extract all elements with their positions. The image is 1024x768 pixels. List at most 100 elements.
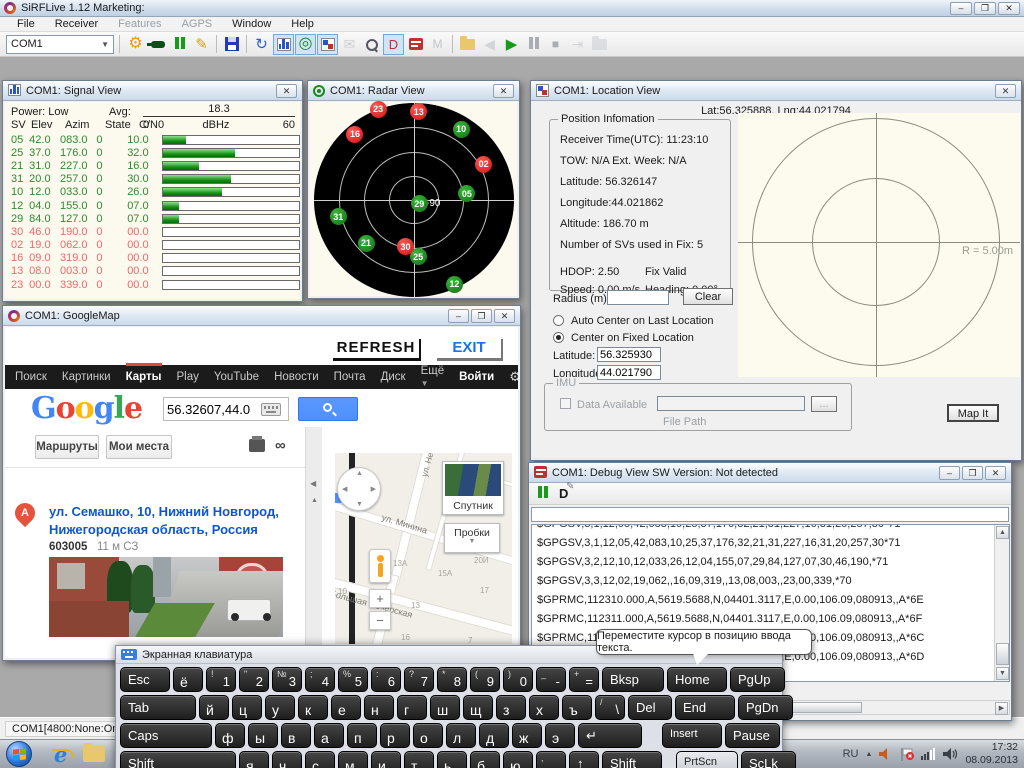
key-ш[interactable]: ш xyxy=(430,695,460,720)
radar-view-titlebar[interactable]: COM1: Radar View ✕ xyxy=(308,81,519,101)
nav-новости[interactable]: Новости xyxy=(274,367,319,387)
search-input[interactable] xyxy=(164,402,260,417)
key-я[interactable]: я xyxy=(239,751,269,768)
key-PgDn[interactable]: PgDn xyxy=(738,695,793,720)
scroll-up-icon[interactable]: ▲ xyxy=(311,497,318,504)
pause-logging-button[interactable] xyxy=(169,34,190,55)
key-ы[interactable]: ы xyxy=(248,723,278,748)
key-7[interactable]: ?7 xyxy=(404,667,434,692)
key-п[interactable]: п xyxy=(347,723,377,748)
location-view-button[interactable] xyxy=(317,34,338,55)
restore-icon[interactable]: ❐ xyxy=(962,466,983,480)
satellite-toggle[interactable]: Спутник xyxy=(442,461,504,515)
key-й[interactable]: й xyxy=(199,695,229,720)
menu-file[interactable]: File xyxy=(8,17,44,31)
map-it-button[interactable]: Map It xyxy=(947,404,999,422)
map-query-button[interactable] xyxy=(361,34,382,55)
scroll-right-icon[interactable]: ▶ xyxy=(995,702,1008,715)
minimize-button[interactable]: – xyxy=(950,2,972,15)
routes-button[interactable]: Маршруты xyxy=(35,435,99,459)
key-3[interactable]: №3 xyxy=(272,667,302,692)
key-л[interactable]: л xyxy=(446,723,476,748)
key-4[interactable]: ;4 xyxy=(305,667,335,692)
map-canvas[interactable]: ул. Нестерова ул. Минина Большая Печерск… xyxy=(335,453,512,644)
key-щ[interactable]: щ xyxy=(463,695,493,720)
keyboard-icon[interactable] xyxy=(261,403,281,416)
nav-карты[interactable]: Карты xyxy=(126,367,162,387)
open-log-button[interactable] xyxy=(457,34,478,55)
key-ю[interactable]: ю xyxy=(503,751,533,768)
close-button[interactable]: ✕ xyxy=(998,2,1020,15)
key-Tab[interactable]: Tab xyxy=(120,695,196,720)
close-icon[interactable]: ✕ xyxy=(493,84,514,98)
key-к[interactable]: к xyxy=(298,695,328,720)
scroll-down-icon[interactable]: ▼ xyxy=(996,667,1009,680)
key-р[interactable]: р xyxy=(380,723,410,748)
radar-view-button[interactable]: ◎ xyxy=(295,34,316,55)
key-Pause[interactable]: Pause xyxy=(725,723,780,748)
command-input[interactable] xyxy=(531,507,1009,522)
volume-icon[interactable] xyxy=(943,748,958,760)
save-button[interactable] xyxy=(221,34,242,55)
network-icon[interactable] xyxy=(921,748,936,760)
key-PrtScn[interactable]: PrtScn xyxy=(676,751,738,768)
key-ч[interactable]: ч xyxy=(272,751,302,768)
key-с[interactable]: с xyxy=(305,751,335,768)
messages-disabled-button[interactable]: ✉ xyxy=(339,34,360,55)
streetview-photo[interactable] xyxy=(49,557,283,637)
language-indicator[interactable]: RU xyxy=(843,748,859,760)
key--[interactable]: _- xyxy=(536,667,566,692)
action-center-icon[interactable] xyxy=(900,748,914,761)
key-в[interactable]: в xyxy=(281,723,311,748)
show-hidden-icons[interactable]: ▲ xyxy=(866,751,873,758)
link-icon[interactable]: ∞ xyxy=(275,437,286,454)
key-\[interactable]: /\ xyxy=(595,695,625,720)
key-End[interactable]: End xyxy=(675,695,735,720)
exit-button[interactable]: EXIT xyxy=(437,339,503,361)
key-м[interactable]: м xyxy=(338,751,368,768)
debug-filter-button[interactable]: D xyxy=(559,486,568,501)
key-ё[interactable]: ё xyxy=(173,667,203,692)
key-г[interactable]: г xyxy=(397,695,427,720)
traffic-toggle[interactable]: Пробки ▼ xyxy=(444,523,500,553)
nav-картинки[interactable]: Картинки xyxy=(62,367,111,387)
map-pan-control[interactable]: ▲ ▼ ◀ ▶ xyxy=(337,467,381,511)
key-э[interactable]: э xyxy=(545,723,575,748)
key-9[interactable]: (9 xyxy=(470,667,500,692)
nav-youtube[interactable]: YouTube xyxy=(214,367,259,387)
key-н[interactable]: н xyxy=(364,695,394,720)
key-Shift[interactable]: Shift xyxy=(120,751,236,768)
nav-диск[interactable]: Диск xyxy=(381,367,406,387)
maximize-button[interactable]: ❐ xyxy=(974,2,996,15)
key-ж[interactable]: ж xyxy=(512,723,542,748)
back-button[interactable]: ◀ xyxy=(479,34,500,55)
key-8[interactable]: *8 xyxy=(437,667,467,692)
port-selector[interactable]: COM1 ▼ xyxy=(6,35,114,54)
data-available-checkbox[interactable] xyxy=(560,398,571,409)
googlemap-titlebar[interactable]: COM1: GoogleMap – ❐ ✕ xyxy=(3,306,520,326)
signal-view-button[interactable] xyxy=(273,34,294,55)
key-Caps[interactable]: Caps xyxy=(120,723,212,748)
collapse-panel-icon[interactable]: ◀ xyxy=(310,479,316,488)
gear-icon[interactable]: ⚙ xyxy=(509,369,518,385)
signin-link[interactable]: Войти xyxy=(459,371,494,383)
key-ц[interactable]: ц xyxy=(232,695,262,720)
key-и[interactable]: и xyxy=(371,751,401,768)
filter-button[interactable]: M xyxy=(427,34,448,55)
explorer-button[interactable] xyxy=(83,746,105,762)
key-ь[interactable]: ь xyxy=(437,751,467,768)
key-6[interactable]: :6 xyxy=(371,667,401,692)
key-↑[interactable]: ↑ xyxy=(569,751,599,768)
file-path-input[interactable] xyxy=(657,396,805,411)
zoom-out-button[interactable]: − xyxy=(369,611,391,630)
settings-button[interactable]: ⚙ xyxy=(125,34,146,55)
key-2[interactable]: "2 xyxy=(239,667,269,692)
key-Del[interactable]: Del xyxy=(628,695,672,720)
error-messages-button[interactable] xyxy=(405,34,426,55)
key-.[interactable]: ,. xyxy=(536,751,566,768)
lat-input[interactable] xyxy=(597,347,661,362)
key-PgUp[interactable]: PgUp xyxy=(730,667,785,692)
zoom-in-button[interactable]: + xyxy=(369,589,391,608)
key-Shift[interactable]: Shift xyxy=(602,751,662,768)
nav-ещё[interactable]: Ещё ▼ xyxy=(421,361,445,393)
